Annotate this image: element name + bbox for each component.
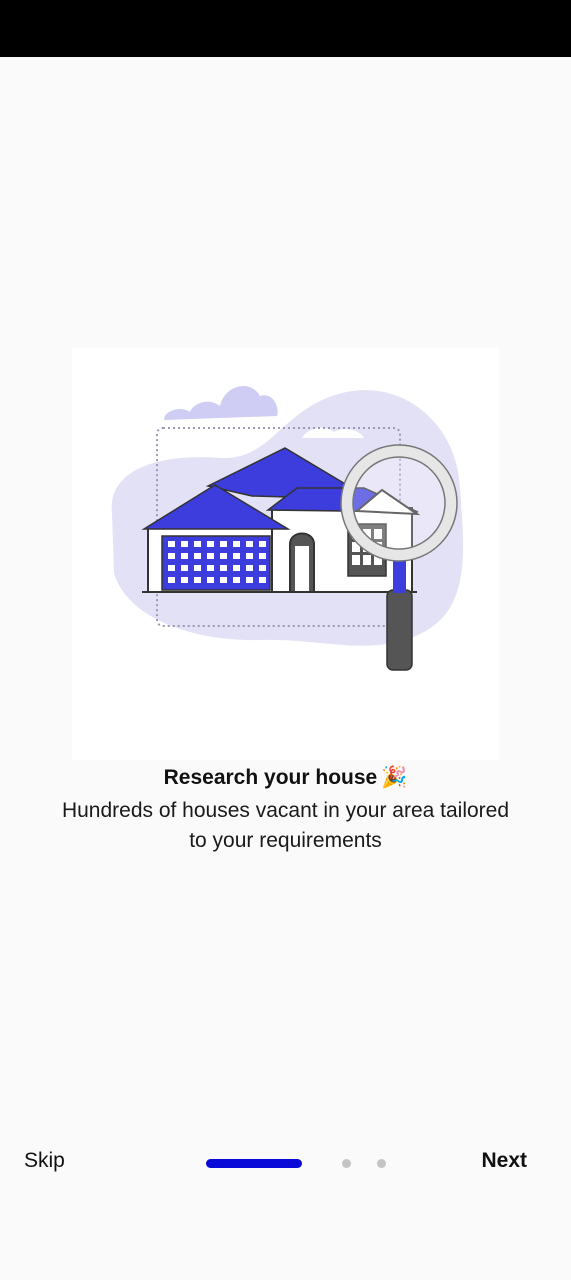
- cloud-shape: [164, 385, 278, 420]
- page-indicator: [206, 1159, 396, 1169]
- party-popper-icon: 🎉: [381, 766, 408, 789]
- magnifier-lens: [341, 445, 457, 561]
- onboarding-title-text: Research your house: [163, 766, 378, 789]
- garage-door: [161, 535, 271, 591]
- magnifier-handle: [386, 589, 413, 671]
- page-indicator-dot[interactable]: [377, 1159, 386, 1168]
- next-button[interactable]: Next: [481, 1146, 527, 1176]
- status-bar: [0, 0, 571, 57]
- skip-button[interactable]: Skip: [24, 1146, 65, 1176]
- page-indicator-active: [206, 1159, 302, 1168]
- house-search-illustration: [72, 348, 499, 760]
- onboarding-subtitle: Hundreds of houses vacant in your area t…: [61, 799, 510, 852]
- onboarding-title: Research your house 🎉: [0, 764, 571, 792]
- page-indicator-dot[interactable]: [342, 1159, 351, 1168]
